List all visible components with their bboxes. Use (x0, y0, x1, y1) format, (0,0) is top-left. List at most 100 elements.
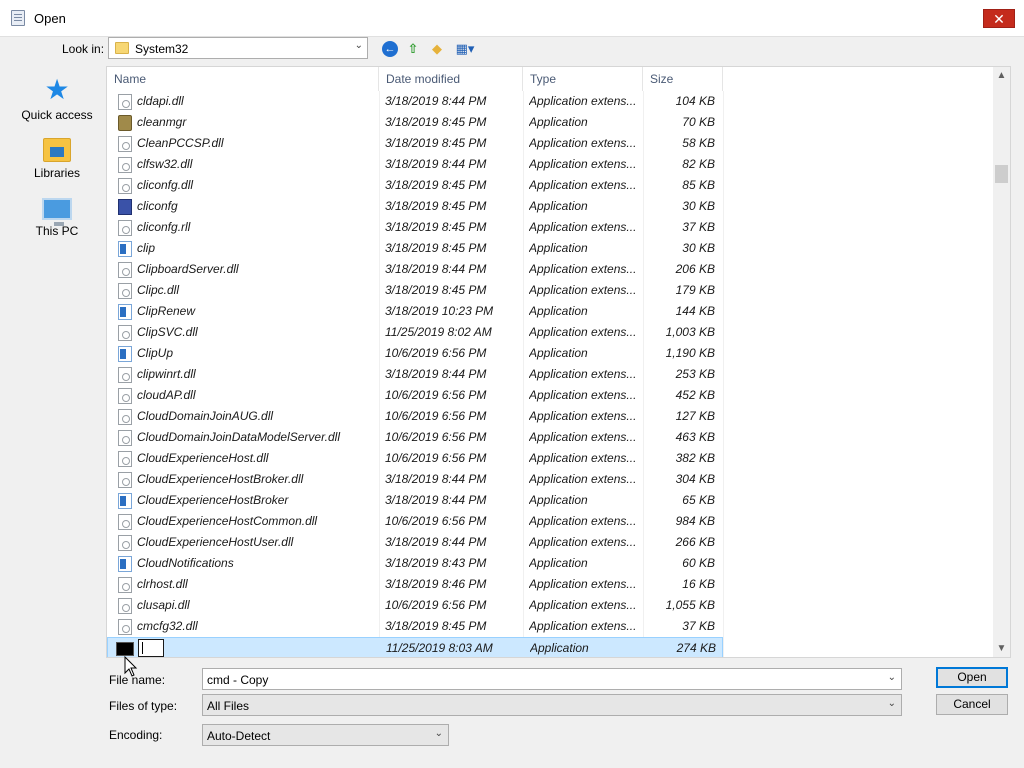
table-row[interactable]: clusapi.dll 10/6/2019 6:56 PM Application … (107, 595, 723, 616)
table-row[interactable]: CloudExperienceHost.dll 10/6/2019 6:56 PM… (107, 448, 723, 469)
file-type: Application (529, 304, 588, 318)
file-type: Application (529, 493, 588, 507)
file-size: 104 KB (675, 94, 715, 108)
table-row[interactable]: clrhost.dll 3/18/2019 8:46 PM Application … (107, 574, 723, 595)
table-row[interactable]: cliconfg 3/18/2019 8:45 PM Application 30 K… (107, 196, 723, 217)
cancel-button[interactable]: Cancel (936, 694, 1008, 715)
view-menu-icon[interactable]: ▦▾ (452, 40, 478, 58)
place-quick-access[interactable]: ★ Quick access (10, 74, 104, 123)
encoding-label: Encoding: (109, 728, 163, 742)
open-button[interactable]: Open (936, 667, 1008, 688)
table-row[interactable]: ClipUp 10/6/2019 6:56 PM Application 1,190 … (107, 343, 723, 364)
encoding-select[interactable]: Auto-Detect ⌄ (202, 724, 449, 746)
file-name: ClipUp (137, 346, 174, 360)
dll-file-icon (118, 136, 132, 152)
column-type[interactable]: Type (523, 67, 643, 91)
back-icon[interactable]: ← (382, 41, 398, 57)
table-row[interactable]: CloudExperienceHostCommon.dll 10/6/2019 6… (107, 511, 723, 532)
table-row[interactable]: CloudDomainJoinDataModelServer.dll 10/6/2… (107, 427, 723, 448)
place-this-pc[interactable]: This PC (10, 196, 104, 238)
filetype-select[interactable]: All Files ⌄ (202, 694, 902, 716)
scroll-up-icon[interactable]: ▲ (993, 67, 1010, 84)
scroll-thumb[interactable] (995, 165, 1008, 183)
file-date: 3/18/2019 8:43 PM (385, 556, 487, 570)
dll-file-icon (118, 598, 132, 614)
table-row[interactable]: CloudExperienceHostBroker.dll 3/18/2019 8… (107, 469, 723, 490)
file-size: 65 KB (682, 493, 715, 507)
place-label: Quick access (21, 108, 93, 122)
table-row[interactable]: CleanPCCSP.dll 3/18/2019 8:45 PM Applicati… (107, 133, 723, 154)
file-type: Application (529, 115, 588, 129)
table-row[interactable]: CloudDomainJoinAUG.dll 10/6/2019 6:56 PM A… (107, 406, 723, 427)
filename-input[interactable]: cmd - Copy (207, 673, 268, 687)
file-date: 3/18/2019 8:45 PM (385, 619, 487, 633)
dll-file-icon (118, 220, 132, 236)
table-row[interactable]: clfsw32.dll 3/18/2019 8:44 PM Application … (107, 154, 723, 175)
application-icon (118, 304, 132, 320)
table-row[interactable]: clipwinrt.dll 3/18/2019 8:44 PM Applicatio… (107, 364, 723, 385)
dll-file-icon (118, 178, 132, 194)
libraries-icon (43, 138, 71, 162)
lookin-combo[interactable]: System32 ⌄ (108, 37, 368, 59)
application-icon (118, 493, 132, 509)
table-row[interactable]: cliconfg.dll 3/18/2019 8:45 PM Application… (107, 175, 723, 196)
chevron-down-icon[interactable]: ⌄ (888, 698, 896, 709)
file-date: 3/18/2019 8:45 PM (385, 220, 487, 234)
table-row[interactable]: CloudExperienceHostBroker 3/18/2019 8:44 … (107, 490, 723, 511)
file-date: 3/18/2019 8:45 PM (385, 283, 487, 297)
place-label: This PC (35, 224, 79, 238)
application-icon (118, 199, 132, 215)
table-row[interactable]: 11/25/2019 8:03 AM Application 274 KB (107, 637, 723, 657)
folder-icon (115, 42, 129, 54)
dll-file-icon (118, 535, 132, 551)
file-list[interactable]: Name Date modified Type Size cldapi.dll 3… (106, 66, 1011, 658)
table-row[interactable]: cliconfg.rll 3/18/2019 8:45 PM Application… (107, 217, 723, 238)
vertical-scrollbar[interactable]: ▲ ▼ (993, 67, 1010, 657)
rename-input[interactable] (138, 639, 164, 657)
table-row[interactable]: CloudNotifications 3/18/2019 8:43 PM Appli… (107, 553, 723, 574)
table-row[interactable]: ClipSVC.dll 11/25/2019 8:02 AM Application… (107, 322, 723, 343)
column-date-modified[interactable]: Date modified (379, 67, 523, 91)
table-row[interactable]: cmcfg32.dll 3/18/2019 8:45 PM Application … (107, 616, 723, 637)
table-row[interactable]: clip 3/18/2019 8:45 PM Application 30 KB (107, 238, 723, 259)
file-size: 70 KB (682, 115, 715, 129)
table-row[interactable]: cleanmgr 3/18/2019 8:45 PM Application 70 K… (107, 112, 723, 133)
console-app-icon (116, 642, 134, 656)
close-button[interactable]: ✕ (983, 9, 1015, 28)
file-type: Application extens... (529, 619, 637, 633)
file-name: cliconfg.dll (137, 178, 194, 192)
place-libraries[interactable]: Libraries (10, 136, 104, 180)
file-size: 206 KB (675, 262, 715, 276)
column-name[interactable]: Name (107, 67, 379, 91)
file-name: CloudExperienceHostBroker (137, 493, 289, 507)
file-date: 3/18/2019 8:44 PM (385, 535, 487, 549)
new-folder-icon[interactable]: ◆ (428, 40, 446, 58)
file-size: 16 KB (682, 577, 715, 591)
file-type: Application extens... (529, 136, 637, 150)
chevron-down-icon: ⌄ (354, 40, 363, 51)
filename-combo[interactable]: cmd - Copy ⌄ (202, 668, 902, 690)
places-bar: ★ Quick access Libraries This PC (10, 66, 104, 656)
scroll-down-icon[interactable]: ▼ (993, 640, 1010, 657)
up-folder-icon[interactable]: ⇧ (404, 40, 422, 58)
star-icon: ★ (44, 74, 70, 105)
table-row[interactable]: cloudAP.dll 10/6/2019 6:56 PM Application … (107, 385, 723, 406)
notepad-icon (11, 10, 25, 26)
column-size[interactable]: Size (643, 67, 723, 91)
file-type: Application extens... (529, 451, 637, 465)
file-type: Application extens... (529, 598, 637, 612)
table-row[interactable]: Clipc.dll 3/18/2019 8:45 PM Application ex… (107, 280, 723, 301)
table-row[interactable]: CloudExperienceHostUser.dll 3/18/2019 8:4… (107, 532, 723, 553)
application-icon (118, 346, 132, 362)
table-row[interactable]: ClipRenew 3/18/2019 10:23 PM Application 14… (107, 301, 723, 322)
chevron-down-icon[interactable]: ⌄ (888, 672, 896, 683)
file-type: Application (529, 199, 588, 213)
file-type: Application extens... (529, 262, 637, 276)
table-row[interactable]: cldapi.dll 3/18/2019 8:44 PM Application e… (107, 91, 723, 112)
table-row[interactable]: ClipboardServer.dll 3/18/2019 8:44 PM Appl… (107, 259, 723, 280)
file-name: cldapi.dll (137, 94, 184, 108)
dll-file-icon (118, 472, 132, 488)
chevron-down-icon[interactable]: ⌄ (435, 728, 443, 739)
file-name: ClipSVC.dll (137, 325, 198, 339)
file-type: Application extens... (529, 283, 637, 297)
